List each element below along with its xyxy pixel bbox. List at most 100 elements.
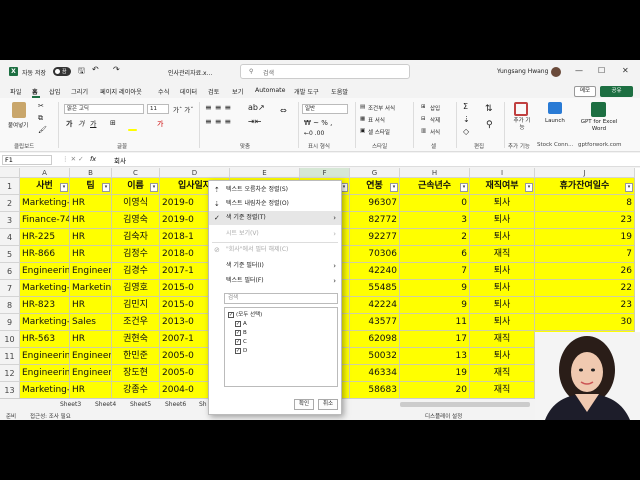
row-header[interactable]: 8: [0, 297, 20, 314]
align-left-icons[interactable]: ≡≡≡: [205, 117, 234, 126]
table-cell[interactable]: 7: [400, 263, 470, 280]
filter-option[interactable]: ✓ A: [235, 320, 247, 329]
font-name-select[interactable]: 맑은 고딕: [64, 104, 144, 114]
table-cell[interactable]: 재직: [470, 382, 535, 398]
table-cell[interactable]: HR: [70, 297, 112, 314]
table-cell[interactable]: 20: [400, 382, 470, 398]
header-cell[interactable]: 사번 ▾: [20, 178, 70, 195]
menu-page-layout[interactable]: 페이지 레이아웃: [100, 87, 142, 96]
merge-center-icon[interactable]: ⇔: [280, 106, 287, 115]
table-cell[interactable]: 19: [400, 365, 470, 382]
maximize-icon[interactable]: ☐: [598, 66, 605, 75]
table-cell[interactable]: 9: [400, 280, 470, 297]
table-cell[interactable]: HR: [70, 195, 112, 212]
table-cell[interactable]: 9: [400, 297, 470, 314]
table-cell[interactable]: 퇴사: [470, 263, 535, 280]
filter-option-all[interactable]: ✓ (모두 선택): [228, 311, 262, 320]
memo-button[interactable]: 메모: [574, 86, 596, 97]
cut-icon[interactable]: ✂: [38, 102, 44, 110]
sheet-tab[interactable]: Sheet6: [165, 401, 186, 408]
select-all-corner[interactable]: [0, 168, 20, 178]
table-cell[interactable]: 장도현: [112, 365, 160, 382]
text-filter-item[interactable]: 텍스트 필터(F) ›: [209, 274, 341, 288]
table-cell[interactable]: 43577: [350, 314, 400, 331]
table-cell[interactable]: 김영호: [112, 280, 160, 297]
table-cell[interactable]: 권현숙: [112, 331, 160, 348]
fill-icon[interactable]: ⇣: [463, 115, 470, 124]
bold-icon[interactable]: 가: [66, 119, 72, 129]
underline-icon[interactable]: 가: [90, 119, 96, 129]
menu-review[interactable]: 검토: [208, 87, 219, 96]
table-cell[interactable]: 8: [535, 195, 635, 212]
display-settings[interactable]: 디스플레이 설정: [425, 412, 462, 420]
filter-dropdown-icon[interactable]: ▾: [525, 183, 533, 192]
table-cell[interactable]: 23: [535, 212, 635, 229]
filter-dropdown-icon[interactable]: ▾: [60, 183, 68, 192]
find-icon[interactable]: ⚲: [486, 120, 493, 130]
table-cell[interactable]: 조건우: [112, 314, 160, 331]
copy-icon[interactable]: ⧉: [38, 114, 43, 123]
insert-cells-icon[interactable]: ⊞: [421, 104, 426, 110]
table-cell[interactable]: Marketing-: [20, 382, 70, 398]
table-cell[interactable]: HR: [70, 246, 112, 263]
currency-icon[interactable]: ₩ ~ % ,: [304, 119, 332, 127]
table-cell[interactable]: Marketing-: [20, 280, 70, 297]
redo-icon[interactable]: ↷: [113, 65, 120, 74]
table-cell[interactable]: 퇴사: [470, 212, 535, 229]
column-header-b[interactable]: B: [70, 168, 112, 178]
row-header[interactable]: 5: [0, 246, 20, 263]
table-cell[interactable]: 이영식: [112, 195, 160, 212]
table-format-button[interactable]: 표 서식: [368, 116, 385, 124]
table-cell[interactable]: 김숙자: [112, 229, 160, 246]
cell-style-button[interactable]: 셀 스타일: [368, 128, 390, 136]
table-cell[interactable]: 김경수: [112, 263, 160, 280]
filter-by-color-item[interactable]: 색 기준 필터(I) ›: [209, 259, 341, 273]
row-header[interactable]: 12: [0, 365, 20, 382]
row-header[interactable]: 3: [0, 212, 20, 229]
table-cell[interactable]: HR: [70, 229, 112, 246]
delete-cells-icon[interactable]: ⊟: [421, 116, 426, 122]
avatar[interactable]: [551, 67, 561, 77]
table-cell[interactable]: Engineerin: [20, 263, 70, 280]
row-header[interactable]: 7: [0, 280, 20, 297]
clear-icon[interactable]: ◇: [463, 127, 469, 136]
column-header-a[interactable]: A: [20, 168, 70, 178]
header-cell[interactable]: 근속년수 ▾: [400, 178, 470, 195]
filter-dropdown-icon[interactable]: ▾: [625, 183, 633, 192]
filter-dropdown-icon[interactable]: ▾: [150, 183, 158, 192]
table-cell[interactable]: 김민지: [112, 297, 160, 314]
table-cell[interactable]: 17: [400, 331, 470, 348]
table-cell[interactable]: HR-563: [20, 331, 70, 348]
table-cell[interactable]: 46334: [350, 365, 400, 382]
font-color-icon[interactable]: 가: [157, 119, 163, 129]
save-icon[interactable]: 🖫: [78, 65, 85, 79]
align-top-icons[interactable]: ≡≡≡: [205, 103, 234, 112]
table-cell[interactable]: 11: [400, 314, 470, 331]
row-header[interactable]: 9: [0, 314, 20, 331]
table-cell[interactable]: Finance-74: [20, 212, 70, 229]
sort-descending-item[interactable]: ⇣ 텍스트 내림차순 정렬(O): [209, 197, 341, 211]
filter-option[interactable]: ✓ D: [235, 347, 247, 356]
orientation-icon[interactable]: ab↗: [248, 103, 265, 112]
addins-icon[interactable]: [514, 102, 528, 116]
column-header-g[interactable]: G: [350, 168, 400, 178]
column-header-f[interactable]: F: [300, 168, 350, 178]
gpt-icon[interactable]: [591, 102, 606, 117]
launch-icon[interactable]: [548, 102, 562, 114]
table-cell[interactable]: 재직: [470, 331, 535, 348]
menu-insert[interactable]: 삽입: [49, 87, 60, 96]
cell-style-icon[interactable]: ▣: [360, 128, 365, 134]
conditional-format-button[interactable]: 조건부 서식: [368, 104, 395, 112]
header-cell[interactable]: 연봉 ▾: [350, 178, 400, 195]
font-grow-icon[interactable]: 가ˆ 가ˇ: [173, 104, 194, 114]
table-cell[interactable]: 퇴사: [470, 314, 535, 331]
table-cell[interactable]: 퇴사: [470, 229, 535, 246]
table-cell[interactable]: 퇴사: [470, 297, 535, 314]
conditional-format-icon[interactable]: ▤: [360, 104, 365, 110]
filter-search-input[interactable]: 검색: [224, 293, 338, 304]
menu-view[interactable]: 보기: [232, 87, 243, 96]
row-header[interactable]: 10: [0, 331, 20, 348]
header-cell[interactable]: 팀 ▾: [70, 178, 112, 195]
table-cell[interactable]: 2: [400, 229, 470, 246]
filter-dropdown-icon[interactable]: ▾: [102, 183, 110, 192]
